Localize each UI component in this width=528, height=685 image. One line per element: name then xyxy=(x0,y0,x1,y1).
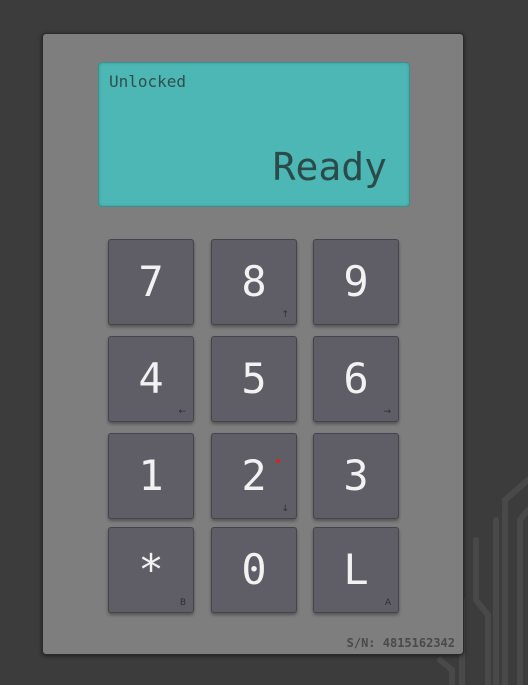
arrow-up-icon: ↑ xyxy=(281,310,289,320)
display-message: Ready xyxy=(272,145,387,189)
key-label: 1 xyxy=(138,451,164,500)
key-6[interactable]: 6 → xyxy=(313,336,399,422)
key-1[interactable]: 1 xyxy=(108,433,194,519)
serial-number: S/N: 4815162342 xyxy=(346,636,455,650)
key-label: 8 xyxy=(241,257,267,306)
key-0[interactable]: 0 xyxy=(211,527,297,613)
key-3[interactable]: 3 xyxy=(313,433,399,519)
key-label: 9 xyxy=(343,257,369,306)
key-label: 0 xyxy=(241,545,267,594)
key-label: 6 xyxy=(343,354,369,403)
arrow-right-icon: → xyxy=(383,407,391,417)
keypad-device: Unlocked Ready 7 8 ↑ 9 4 ← 5 6 → 1 2 ↓ 3… xyxy=(42,33,464,655)
arrow-down-icon: ↓ xyxy=(281,504,289,514)
lock-status-text: Unlocked xyxy=(109,72,187,91)
arrow-left-icon: ← xyxy=(178,407,186,417)
key-sub-label-b: B xyxy=(179,598,186,608)
key-label: 3 xyxy=(343,451,369,500)
key-label: L xyxy=(343,545,369,594)
key-sub-label-a: A xyxy=(384,598,391,608)
key-label: 7 xyxy=(138,257,164,306)
key-label: 4 xyxy=(138,354,164,403)
key-4[interactable]: 4 ← xyxy=(108,336,194,422)
key-2[interactable]: 2 ↓ xyxy=(211,433,297,519)
key-9[interactable]: 9 xyxy=(313,239,399,325)
key-5[interactable]: 5 xyxy=(211,336,297,422)
indicator-dot xyxy=(276,459,280,463)
key-star[interactable]: * B xyxy=(108,527,194,613)
keypad-grid: 7 8 ↑ 9 4 ← 5 6 → 1 2 ↓ 3 * B 0 L A xyxy=(108,239,399,614)
key-label: 2 xyxy=(241,451,267,500)
key-label: 5 xyxy=(241,354,267,403)
key-l[interactable]: L A xyxy=(313,527,399,613)
key-label: * xyxy=(138,545,164,594)
key-7[interactable]: 7 xyxy=(108,239,194,325)
key-8[interactable]: 8 ↑ xyxy=(211,239,297,325)
lcd-display: Unlocked Ready xyxy=(98,62,410,207)
